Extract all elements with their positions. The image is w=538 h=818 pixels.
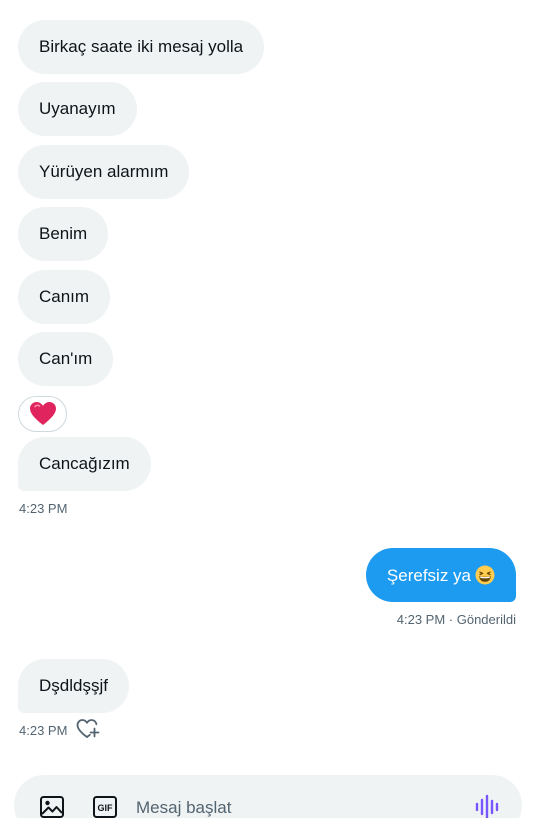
image-icon <box>40 796 64 818</box>
message-text: Yürüyen alarmım <box>39 162 169 181</box>
voice-wave-icon <box>475 794 499 818</box>
media-button[interactable] <box>39 794 65 818</box>
message-text: Benim <box>39 224 88 243</box>
message-text: Canım <box>39 287 90 306</box>
gif-button[interactable]: GIF <box>92 794 118 818</box>
message-timestamp: 4:23 PM <box>19 501 68 516</box>
message-composer: GIF <box>14 775 522 818</box>
message-input[interactable] <box>136 795 456 818</box>
reaction-badge[interactable] <box>18 396 67 432</box>
message-incoming[interactable]: Dşdldşşjf <box>18 659 129 713</box>
grinning-squinting-face-icon <box>475 565 495 590</box>
voice-message-button[interactable] <box>474 794 502 818</box>
red-heart-icon <box>29 402 56 425</box>
message-incoming[interactable]: Birkaç saate iki mesaj yolla <box>18 20 265 74</box>
heart-plus-icon <box>76 719 100 738</box>
message-incoming[interactable]: Yürüyen alarmım <box>18 145 190 199</box>
message-text: Şerefsiz ya <box>386 566 471 585</box>
message-incoming[interactable]: Can'ım <box>18 332 114 386</box>
message-incoming[interactable]: Uyanayım <box>18 82 137 136</box>
message-text: Can'ım <box>39 349 93 368</box>
message-text: Dşdldşşjf <box>39 676 108 695</box>
message-incoming[interactable]: Cancağızım <box>18 437 151 491</box>
message-timestamp: 4:23 PM <box>19 723 68 738</box>
message-text: Cancağızım <box>39 454 130 473</box>
add-reaction-button[interactable] <box>76 718 100 740</box>
message-text: Uyanayım <box>39 99 116 118</box>
gif-icon: GIF <box>93 796 117 818</box>
conversation: Birkaç saate iki mesaj yolla Uyanayım Yü… <box>0 0 538 818</box>
message-status: 4:23 PM · Gönderildi <box>396 612 516 627</box>
message-outgoing[interactable]: Şerefsiz ya <box>365 548 516 602</box>
message-incoming[interactable]: Canım <box>18 270 111 324</box>
gif-icon-label: GIF <box>98 803 114 813</box>
message-text: Birkaç saate iki mesaj yolla <box>39 37 244 56</box>
message-incoming[interactable]: Benim <box>18 207 109 261</box>
